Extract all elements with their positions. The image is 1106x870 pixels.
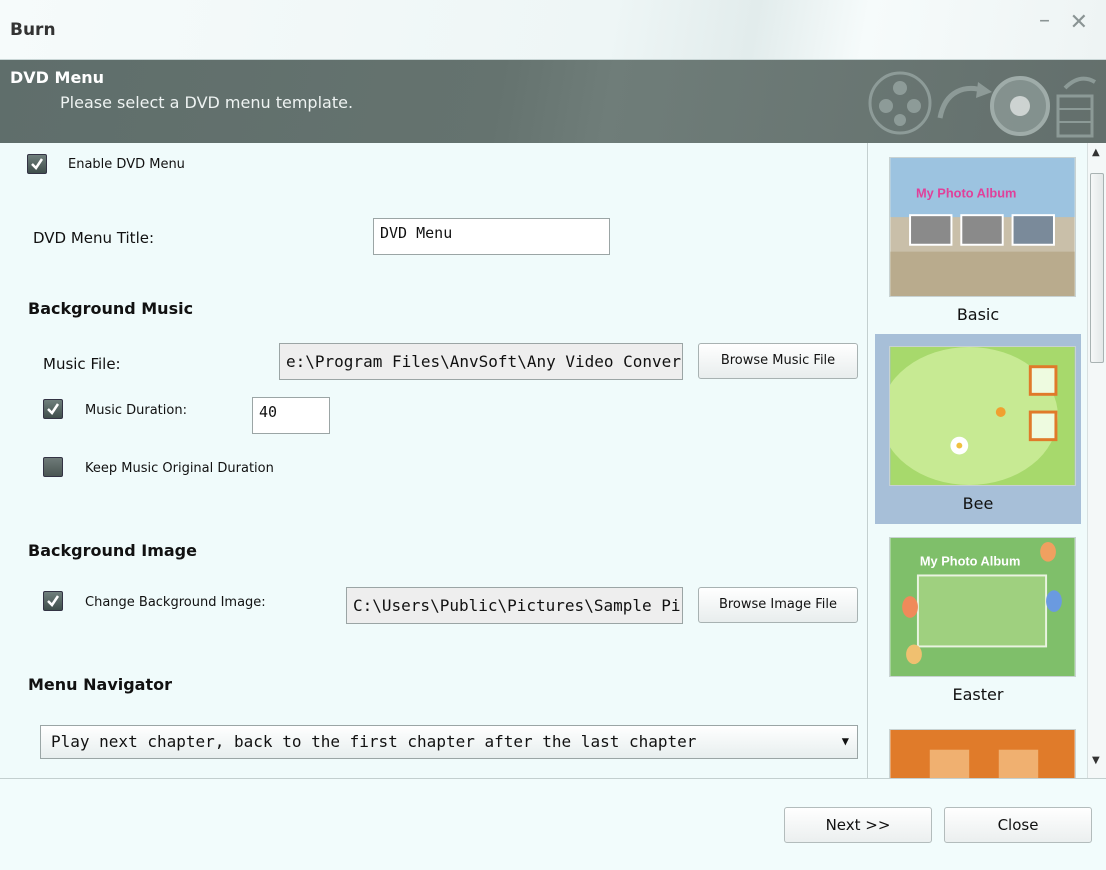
header-subtitle: Please select a DVD menu template.	[60, 93, 354, 112]
scroll-down-arrow-icon[interactable]: ▼	[1092, 755, 1100, 766]
change-background-image-label: Change Background Image:	[85, 595, 266, 610]
chevron-down-icon: ▼	[841, 734, 849, 748]
template-item-easter[interactable]: My Photo Album Easter	[875, 525, 1081, 715]
background-image-path-field[interactable]: C:\Users\Public\Pictures\Sample Pictures	[346, 587, 683, 624]
change-background-image-checkbox[interactable]	[43, 591, 63, 611]
film-reel-icon	[868, 71, 1097, 138]
easter-template-thumbnail: My Photo Album	[889, 537, 1076, 677]
menu-navigator-select[interactable]: Play next chapter, back to the first cha…	[40, 725, 858, 759]
keep-music-original-duration-label: Keep Music Original Duration	[85, 461, 274, 476]
browse-music-file-button[interactable]: Browse Music File	[698, 343, 858, 379]
basic-thumb-title: My Photo Album	[916, 185, 1016, 200]
header-title: DVD Menu	[10, 68, 105, 87]
template-name: Bee	[962, 494, 994, 513]
template-4-thumbnail	[889, 729, 1076, 778]
menu-navigator-selected-value: Play next chapter, back to the first cha…	[51, 732, 697, 751]
template-item-bee[interactable]: Bee	[875, 334, 1081, 524]
enable-dvd-menu-label: Enable DVD Menu	[68, 157, 185, 172]
easter-thumb-title: My Photo Album	[920, 554, 1020, 569]
template-item-4[interactable]	[875, 717, 1081, 778]
music-duration-checkbox[interactable]	[43, 399, 63, 419]
dvd-menu-title-label: DVD Menu Title:	[33, 229, 155, 247]
close-button[interactable]: Close	[944, 807, 1092, 843]
music-file-label: Music File:	[43, 355, 121, 373]
close-window-button[interactable]: ✕	[1070, 12, 1088, 34]
title-bar: Burn – ✕	[0, 0, 1106, 60]
template-list[interactable]: My Photo Album Basic Bee My Photo Album	[869, 143, 1087, 778]
basic-template-thumbnail: My Photo Album	[889, 157, 1076, 297]
template-list-scrollbar[interactable]: ▲ ▼	[1087, 143, 1106, 778]
next-button[interactable]: Next >>	[784, 807, 932, 843]
keep-music-original-duration-checkbox[interactable]	[43, 457, 63, 477]
bee-template-thumbnail	[889, 346, 1076, 486]
scrollbar-thumb[interactable]	[1090, 173, 1104, 363]
template-name: Basic	[956, 305, 1000, 324]
music-file-path-field[interactable]: e:\Program Files\AnvSoft\Any Video Conve…	[279, 343, 683, 380]
enable-dvd-menu-checkbox[interactable]	[27, 154, 47, 174]
window-title: Burn	[10, 20, 56, 40]
dialog-footer: Next >> Close	[0, 778, 1106, 870]
scroll-up-arrow-icon[interactable]: ▲	[1092, 147, 1100, 158]
browse-image-file-button[interactable]: Browse Image File	[698, 587, 858, 623]
dvd-menu-title-input[interactable]: DVD Menu	[373, 218, 610, 255]
background-music-heading: Background Music	[28, 299, 194, 318]
step-header: DVD Menu Please select a DVD menu templa…	[0, 60, 1106, 143]
minimize-button[interactable]: –	[1039, 10, 1050, 32]
music-duration-input[interactable]: 40	[252, 397, 330, 434]
menu-navigator-heading: Menu Navigator	[28, 675, 173, 694]
dvd-menu-form: Enable DVD Menu DVD Menu Title: DVD Menu…	[0, 143, 868, 778]
template-item-basic[interactable]: My Photo Album Basic	[875, 145, 1081, 335]
music-duration-label: Music Duration:	[85, 403, 187, 418]
background-image-heading: Background Image	[28, 541, 197, 560]
template-name: Easter	[952, 685, 1004, 704]
